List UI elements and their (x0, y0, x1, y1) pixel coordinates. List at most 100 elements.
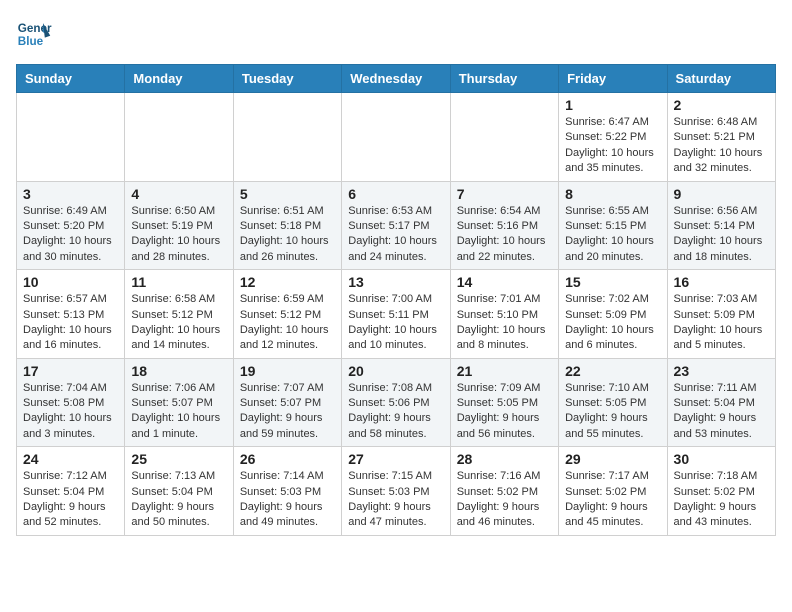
calendar-cell: 22 Sunrise: 7:10 AM Sunset: 5:05 PM Dayli… (559, 358, 667, 447)
day-number: 18 (131, 363, 226, 379)
day-number: 24 (23, 451, 118, 467)
day-number: 8 (565, 186, 660, 202)
day-info: Sunrise: 7:04 AM Sunset: 5:08 PM Dayligh… (23, 381, 118, 443)
weekday-header-saturday: Saturday (667, 65, 775, 93)
calendar-week-3: 10Sunrise: 6:57 AM Sunset: 5:13 PM Dayli… (17, 270, 776, 359)
calendar-cell: 10Sunrise: 6:57 AM Sunset: 5:13 PM Dayli… (17, 270, 125, 359)
weekday-header-sunday: Sunday (17, 65, 125, 93)
day-info: Sunrise: 7:08 AM Sunset: 5:06 PM Dayligh… (348, 381, 443, 443)
calendar-cell: 27 Sunrise: 7:15 AM Sunset: 5:03 PM Dayli… (342, 447, 450, 536)
day-number: 1 (565, 97, 660, 113)
day-number: 20 (348, 363, 443, 379)
calendar-cell: 13Sunrise: 7:00 AM Sunset: 5:11 PM Dayli… (342, 270, 450, 359)
calendar-cell: 5 Sunrise: 6:51 AM Sunset: 5:18 PM Daylig… (233, 181, 341, 270)
day-info: Sunrise: 6:47 AM Sunset: 5:22 PM Dayligh… (565, 115, 660, 177)
weekday-header-wednesday: Wednesday (342, 65, 450, 93)
day-number: 6 (348, 186, 443, 202)
day-number: 16 (674, 274, 769, 290)
day-info: Sunrise: 6:53 AM Sunset: 5:17 PM Dayligh… (348, 204, 443, 266)
day-number: 9 (674, 186, 769, 202)
day-number: 7 (457, 186, 552, 202)
calendar-table: SundayMondayTuesdayWednesdayThursdayFrid… (16, 64, 776, 536)
calendar-cell: 29 Sunrise: 7:17 AM Sunset: 5:02 PM Dayli… (559, 447, 667, 536)
calendar-cell (233, 93, 341, 182)
day-info: Sunrise: 6:55 AM Sunset: 5:15 PM Dayligh… (565, 204, 660, 266)
calendar-cell: 23 Sunrise: 7:11 AM Sunset: 5:04 PM Dayli… (667, 358, 775, 447)
day-number: 23 (674, 363, 769, 379)
calendar-week-1: 1 Sunrise: 6:47 AM Sunset: 5:22 PM Daylig… (17, 93, 776, 182)
day-info: Sunrise: 6:49 AM Sunset: 5:20 PM Dayligh… (23, 204, 118, 266)
day-number: 12 (240, 274, 335, 290)
calendar-cell: 1 Sunrise: 6:47 AM Sunset: 5:22 PM Daylig… (559, 93, 667, 182)
day-number: 29 (565, 451, 660, 467)
calendar-cell (342, 93, 450, 182)
calendar-cell: 26 Sunrise: 7:14 AM Sunset: 5:03 PM Dayli… (233, 447, 341, 536)
calendar-cell: 25 Sunrise: 7:13 AM Sunset: 5:04 PM Dayli… (125, 447, 233, 536)
day-info: Sunrise: 7:15 AM Sunset: 5:03 PM Dayligh… (348, 469, 443, 531)
calendar-cell: 3Sunrise: 6:49 AM Sunset: 5:20 PM Daylig… (17, 181, 125, 270)
day-number: 15 (565, 274, 660, 290)
day-info: Sunrise: 7:11 AM Sunset: 5:04 PM Dayligh… (674, 381, 769, 443)
day-info: Sunrise: 6:58 AM Sunset: 5:12 PM Dayligh… (131, 292, 226, 354)
weekday-header-tuesday: Tuesday (233, 65, 341, 93)
calendar-cell (125, 93, 233, 182)
calendar-cell: 7 Sunrise: 6:54 AM Sunset: 5:16 PM Daylig… (450, 181, 558, 270)
calendar-cell: 28Sunrise: 7:16 AM Sunset: 5:02 PM Dayli… (450, 447, 558, 536)
calendar-cell: 18Sunrise: 7:06 AM Sunset: 5:07 PM Dayli… (125, 358, 233, 447)
day-number: 14 (457, 274, 552, 290)
calendar-week-2: 3Sunrise: 6:49 AM Sunset: 5:20 PM Daylig… (17, 181, 776, 270)
day-number: 27 (348, 451, 443, 467)
day-info: Sunrise: 7:17 AM Sunset: 5:02 PM Dayligh… (565, 469, 660, 531)
day-number: 17 (23, 363, 118, 379)
calendar-cell: 19 Sunrise: 7:07 AM Sunset: 5:07 PM Dayli… (233, 358, 341, 447)
calendar-cell: 14 Sunrise: 7:01 AM Sunset: 5:10 PM Dayli… (450, 270, 558, 359)
day-number: 25 (131, 451, 226, 467)
day-info: Sunrise: 7:01 AM Sunset: 5:10 PM Dayligh… (457, 292, 552, 354)
day-number: 26 (240, 451, 335, 467)
day-number: 13 (348, 274, 443, 290)
calendar-cell: 9Sunrise: 6:56 AM Sunset: 5:14 PM Daylig… (667, 181, 775, 270)
day-info: Sunrise: 6:50 AM Sunset: 5:19 PM Dayligh… (131, 204, 226, 266)
day-info: Sunrise: 7:14 AM Sunset: 5:03 PM Dayligh… (240, 469, 335, 531)
day-info: Sunrise: 7:07 AM Sunset: 5:07 PM Dayligh… (240, 381, 335, 443)
day-number: 22 (565, 363, 660, 379)
day-info: Sunrise: 6:54 AM Sunset: 5:16 PM Dayligh… (457, 204, 552, 266)
day-info: Sunrise: 7:13 AM Sunset: 5:04 PM Dayligh… (131, 469, 226, 531)
logo-icon: General Blue (16, 16, 52, 52)
day-number: 5 (240, 186, 335, 202)
day-info: Sunrise: 6:59 AM Sunset: 5:12 PM Dayligh… (240, 292, 335, 354)
day-number: 4 (131, 186, 226, 202)
day-info: Sunrise: 7:09 AM Sunset: 5:05 PM Dayligh… (457, 381, 552, 443)
day-info: Sunrise: 7:12 AM Sunset: 5:04 PM Dayligh… (23, 469, 118, 531)
day-info: Sunrise: 7:03 AM Sunset: 5:09 PM Dayligh… (674, 292, 769, 354)
day-info: Sunrise: 6:51 AM Sunset: 5:18 PM Dayligh… (240, 204, 335, 266)
calendar-cell: 21 Sunrise: 7:09 AM Sunset: 5:05 PM Dayli… (450, 358, 558, 447)
calendar-week-4: 17 Sunrise: 7:04 AM Sunset: 5:08 PM Dayli… (17, 358, 776, 447)
day-number: 30 (674, 451, 769, 467)
calendar-cell: 2Sunrise: 6:48 AM Sunset: 5:21 PM Daylig… (667, 93, 775, 182)
day-number: 21 (457, 363, 552, 379)
logo: General Blue (16, 16, 52, 52)
day-number: 11 (131, 274, 226, 290)
calendar-cell: 20 Sunrise: 7:08 AM Sunset: 5:06 PM Dayli… (342, 358, 450, 447)
calendar-cell: 24 Sunrise: 7:12 AM Sunset: 5:04 PM Dayli… (17, 447, 125, 536)
weekday-header-row: SundayMondayTuesdayWednesdayThursdayFrid… (17, 65, 776, 93)
weekday-header-friday: Friday (559, 65, 667, 93)
calendar-cell: 16 Sunrise: 7:03 AM Sunset: 5:09 PM Dayli… (667, 270, 775, 359)
calendar-cell: 8 Sunrise: 6:55 AM Sunset: 5:15 PM Daylig… (559, 181, 667, 270)
calendar-cell: 17 Sunrise: 7:04 AM Sunset: 5:08 PM Dayli… (17, 358, 125, 447)
calendar-cell: 15 Sunrise: 7:02 AM Sunset: 5:09 PM Dayli… (559, 270, 667, 359)
calendar-cell (17, 93, 125, 182)
calendar-cell: 6 Sunrise: 6:53 AM Sunset: 5:17 PM Daylig… (342, 181, 450, 270)
day-info: Sunrise: 7:02 AM Sunset: 5:09 PM Dayligh… (565, 292, 660, 354)
day-info: Sunrise: 7:16 AM Sunset: 5:02 PM Dayligh… (457, 469, 552, 531)
weekday-header-thursday: Thursday (450, 65, 558, 93)
day-number: 19 (240, 363, 335, 379)
calendar-week-5: 24 Sunrise: 7:12 AM Sunset: 5:04 PM Dayli… (17, 447, 776, 536)
day-info: Sunrise: 6:48 AM Sunset: 5:21 PM Dayligh… (674, 115, 769, 177)
calendar-cell (450, 93, 558, 182)
calendar-cell: 12 Sunrise: 6:59 AM Sunset: 5:12 PM Dayli… (233, 270, 341, 359)
day-info: Sunrise: 6:57 AM Sunset: 5:13 PM Dayligh… (23, 292, 118, 354)
calendar-cell: 30Sunrise: 7:18 AM Sunset: 5:02 PM Dayli… (667, 447, 775, 536)
day-info: Sunrise: 7:10 AM Sunset: 5:05 PM Dayligh… (565, 381, 660, 443)
